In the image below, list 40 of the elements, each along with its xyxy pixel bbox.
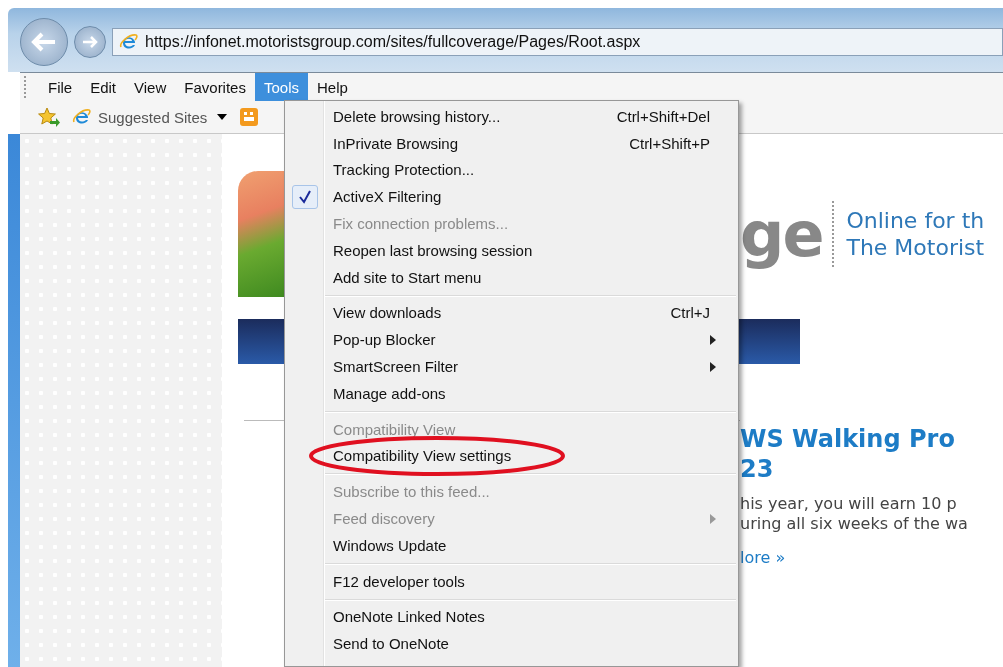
back-button[interactable] [20, 18, 68, 66]
forward-button[interactable] [74, 26, 106, 58]
menu-item[interactable]: Tracking Protection... [285, 156, 738, 184]
logo-text: ge [740, 197, 823, 271]
star-icon[interactable] [38, 107, 60, 127]
caret-icon [217, 114, 228, 120]
shortcut-text: Ctrl+J [670, 304, 711, 322]
menu-item[interactable]: Compatibility View settings [285, 442, 738, 470]
menu-item[interactable]: F12 developer tools [285, 567, 738, 595]
menu-item[interactable]: Send to OneNote [285, 630, 738, 658]
menu-item[interactable]: InPrivate Browsing Ctrl+Shift+P [285, 129, 738, 157]
shortcut-text: Ctrl+Shift+P [629, 134, 711, 152]
tagline-text: Online for th [846, 207, 985, 234]
menu-item[interactable]: Windows Update [285, 531, 738, 559]
menu-item[interactable]: Reopen last browsing session [285, 237, 738, 264]
shortcut-text: Ctrl+Shift+Del [616, 107, 711, 125]
headline-text: 23 [740, 454, 775, 484]
menu-bar-item[interactable]: View [125, 73, 176, 101]
menu-item[interactable]: Delete browsing history... Ctrl+Shift+Del [285, 103, 738, 130]
menu-bar-item[interactable]: Edit [81, 73, 126, 101]
headline-text: WS Walking Pro [740, 424, 956, 454]
menu-item[interactable]: Pop-up Blocker [285, 326, 738, 354]
suggested-sites-button[interactable]: Suggested Sites [68, 107, 232, 127]
more-link[interactable]: lore » [740, 548, 968, 567]
menu-item[interactable]: OneNote Linked Notes [285, 603, 738, 631]
menu-bar-item[interactable]: Favorites [175, 73, 255, 101]
tagline-text: The Motorist [846, 234, 985, 261]
right-arrow-icon [81, 35, 99, 49]
feed-icon[interactable] [239, 107, 260, 127]
menu-item[interactable]: ActiveX Filtering [285, 183, 738, 211]
body-text: his year, you will earn 10 p [740, 494, 958, 514]
menu-item[interactable]: Manage add-ons [285, 379, 738, 407]
body-text: uring all six weeks of the wa [740, 514, 968, 534]
address-text: https://infonet.motoristsgroup.com/sites/fullcoverage/Pages/Root.aspx [145, 33, 641, 51]
menu-bar-item[interactable]: File [39, 73, 82, 101]
menu-item[interactable]: View downloads Ctrl+J [285, 299, 738, 327]
menu-item[interactable]: SmartScreen Filter [285, 353, 738, 380]
menu-bar-item[interactable]: Help [308, 73, 357, 101]
menu-item[interactable]: Add site to Start menu [285, 263, 738, 291]
address-field[interactable]: https://infonet.motoristsgroup.com/sites/fullcoverage/Pages/Root.aspx [112, 28, 1003, 56]
